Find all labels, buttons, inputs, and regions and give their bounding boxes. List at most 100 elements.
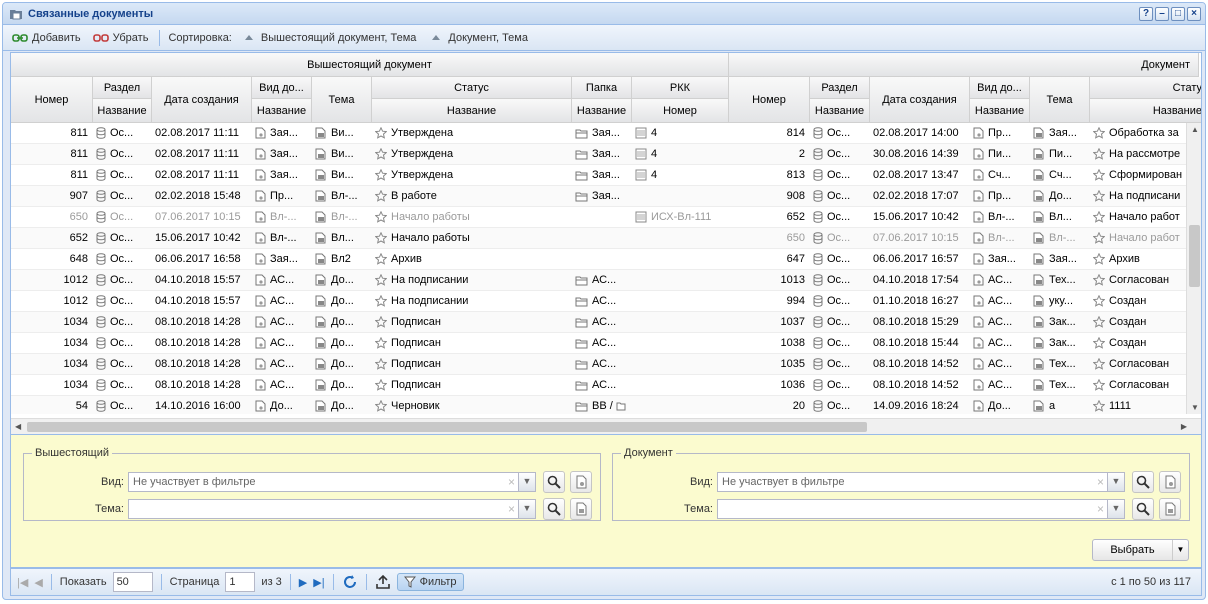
- clear-icon[interactable]: ×: [508, 473, 515, 491]
- filter-document-kind-combo[interactable]: Не участвует в фильтре × ▼: [717, 472, 1125, 492]
- table-row[interactable]: 811 Ос... 02.08.2017 11:11 Зая... Ви... Утвер…: [11, 144, 1186, 165]
- header-doc-doctype[interactable]: Вид до...: [970, 77, 1030, 99]
- table-row[interactable]: 1034 Ос... 08.10.2018 14:28 АС... До... Подпи…: [11, 375, 1186, 396]
- header-section-name[interactable]: Название: [93, 99, 152, 123]
- table-cell: Ос...: [810, 165, 870, 186]
- sort-parent-button[interactable]: Вышестоящий документ, Тема: [238, 30, 420, 46]
- clear-icon[interactable]: ×: [1097, 500, 1104, 518]
- remove-button[interactable]: Убрать: [90, 30, 152, 46]
- minimize-icon[interactable]: –: [1155, 6, 1169, 21]
- header-doc-status-name[interactable]: Название: [1090, 99, 1201, 123]
- filter-document-kind-search-button[interactable]: [1132, 471, 1154, 493]
- chevron-down-icon[interactable]: ▼: [1172, 540, 1188, 560]
- prev-page-icon[interactable]: ◀: [34, 576, 42, 589]
- refresh-icon[interactable]: [342, 574, 358, 590]
- filter-parent-kind-combo[interactable]: Не участвует в фильтре × ▼: [128, 472, 536, 492]
- header-rkk-number[interactable]: Номер: [632, 99, 729, 123]
- next-page-icon[interactable]: ▶: [299, 576, 307, 589]
- header-folder-name[interactable]: Название: [572, 99, 632, 123]
- page-size-input[interactable]: 50: [112, 572, 153, 592]
- filter-document-topic-combo[interactable]: × ▼: [717, 499, 1125, 519]
- export-icon[interactable]: [375, 574, 391, 590]
- filter-document-kind-doc-button[interactable]: [1159, 471, 1181, 493]
- header-status[interactable]: Статус: [372, 77, 572, 99]
- dropdown-trigger-icon[interactable]: ▼: [518, 472, 536, 492]
- horizontal-scrollbar[interactable]: ◀ ▶: [11, 418, 1201, 434]
- header-doc-section-name[interactable]: Название: [810, 99, 870, 123]
- filter-parent-topic-combo[interactable]: × ▼: [128, 499, 536, 519]
- clear-icon[interactable]: ×: [508, 500, 515, 518]
- add-button[interactable]: Добавить: [9, 30, 84, 46]
- header-section[interactable]: Раздел: [93, 77, 152, 99]
- scroll-right-icon[interactable]: ▶: [1181, 422, 1187, 431]
- header-doc-section[interactable]: Раздел: [810, 77, 870, 99]
- header-rkk[interactable]: РКК: [632, 77, 729, 99]
- filter-parent-kind-label: Вид:: [101, 476, 124, 488]
- table-cell: 652: [729, 207, 810, 228]
- filter-parent-kind-search-button[interactable]: [543, 471, 565, 493]
- table-row[interactable]: 54 Ос... 14.10.2016 16:00 До... До... Чернови…: [11, 396, 1186, 414]
- close-icon[interactable]: ×: [1187, 6, 1201, 21]
- table-row[interactable]: 1012 Ос... 04.10.2018 15:57 АС... До... На по…: [11, 270, 1186, 291]
- header-status-name[interactable]: Название: [372, 99, 572, 123]
- horizontal-scroll-thumb[interactable]: [27, 422, 867, 432]
- table-cell: [632, 375, 729, 396]
- star-icon: [375, 127, 387, 139]
- dropdown-trigger-icon[interactable]: ▼: [518, 499, 536, 519]
- vertical-scrollbar[interactable]: ▲ ▼: [1186, 123, 1201, 414]
- header-folder[interactable]: Папка: [572, 77, 632, 99]
- cell-text: 811: [70, 169, 88, 181]
- header-doctype[interactable]: Вид до...: [252, 77, 312, 99]
- filter-parent-kind-doc-button[interactable]: [570, 471, 592, 493]
- scroll-down-icon[interactable]: ▼: [1191, 403, 1199, 412]
- help-icon[interactable]: ?: [1139, 6, 1153, 21]
- cell-text: Начало работ: [1109, 232, 1180, 244]
- header-number[interactable]: Номер: [11, 77, 93, 123]
- header-doc-number[interactable]: Номер: [729, 77, 810, 123]
- scroll-left-icon[interactable]: ◀: [15, 422, 21, 431]
- document-type-icon: [255, 337, 266, 349]
- table-row[interactable]: 648 Ос... 06.06.2017 16:58 Зая... Вл2 Архив 64…: [11, 249, 1186, 270]
- dropdown-trigger-icon[interactable]: ▼: [1107, 472, 1125, 492]
- cell-text: Ос...: [827, 337, 851, 349]
- filter-parent-topic-search-button[interactable]: [543, 498, 565, 520]
- document-type-icon: [973, 400, 984, 412]
- filter-toggle-button[interactable]: Фильтр: [396, 573, 464, 591]
- window-titlebar[interactable]: Связанные документы ? – □ ×: [3, 3, 1205, 25]
- header-topic[interactable]: Тема: [312, 77, 372, 123]
- choose-split-button[interactable]: Выбрать ▼: [1092, 539, 1189, 561]
- table-row[interactable]: 1034 Ос... 08.10.2018 14:28 АС... До... Подпи…: [11, 312, 1186, 333]
- topic-icon: [1033, 232, 1044, 244]
- table-row[interactable]: 652 Ос... 15.06.2017 10:42 Вл-... Вл... Начал…: [11, 228, 1186, 249]
- table-row[interactable]: 811 Ос... 02.08.2017 11:11 Зая... Ви... Утвер…: [11, 165, 1186, 186]
- filter-document-topic-doc-button[interactable]: [1159, 498, 1181, 520]
- header-doc-doctype-name[interactable]: Название: [970, 99, 1030, 123]
- maximize-icon[interactable]: □: [1171, 6, 1185, 21]
- cell-text: Черновик: [391, 400, 440, 412]
- table-cell: На подписании: [372, 270, 572, 291]
- table-row[interactable]: 811 Ос... 02.08.2017 11:11 Зая... Ви... Утвер…: [11, 123, 1186, 144]
- table-row[interactable]: 1034 Ос... 08.10.2018 14:28 АС... До... Подпи…: [11, 333, 1186, 354]
- table-row[interactable]: 907 Ос... 02.02.2018 15:48 Пр... Вл-... В раб…: [11, 186, 1186, 207]
- header-doc-created[interactable]: Дата создания: [870, 77, 970, 123]
- header-doc-status[interactable]: Стату: [1090, 77, 1201, 99]
- table-row[interactable]: 650 Ос... 07.06.2017 10:15 Вл-... Вл-... Нача…: [11, 207, 1186, 228]
- page-number-input[interactable]: 1: [225, 572, 256, 592]
- first-page-icon[interactable]: |◀: [17, 576, 28, 589]
- scroll-up-icon[interactable]: ▲: [1191, 125, 1199, 134]
- dropdown-trigger-icon[interactable]: ▼: [1107, 499, 1125, 519]
- table-row[interactable]: 1012 Ос... 04.10.2018 15:57 АС... До... На по…: [11, 291, 1186, 312]
- sort-document-button[interactable]: Документ, Тема: [425, 30, 531, 46]
- table-cell: 15.06.2017 10:42: [870, 207, 970, 228]
- cell-text: АС...: [270, 295, 295, 307]
- filter-parent-topic-doc-button[interactable]: [570, 498, 592, 520]
- vertical-scroll-thumb[interactable]: [1189, 225, 1200, 287]
- clear-icon[interactable]: ×: [1097, 473, 1104, 491]
- last-page-icon[interactable]: ▶|: [313, 576, 324, 589]
- table-cell: Ос...: [810, 291, 870, 312]
- header-doc-topic[interactable]: Тема: [1030, 77, 1090, 123]
- table-row[interactable]: 1034 Ос... 08.10.2018 14:28 АС... До... Подпи…: [11, 354, 1186, 375]
- header-doctype-name[interactable]: Название: [252, 99, 312, 123]
- filter-document-topic-search-button[interactable]: [1132, 498, 1154, 520]
- header-created[interactable]: Дата создания: [152, 77, 252, 123]
